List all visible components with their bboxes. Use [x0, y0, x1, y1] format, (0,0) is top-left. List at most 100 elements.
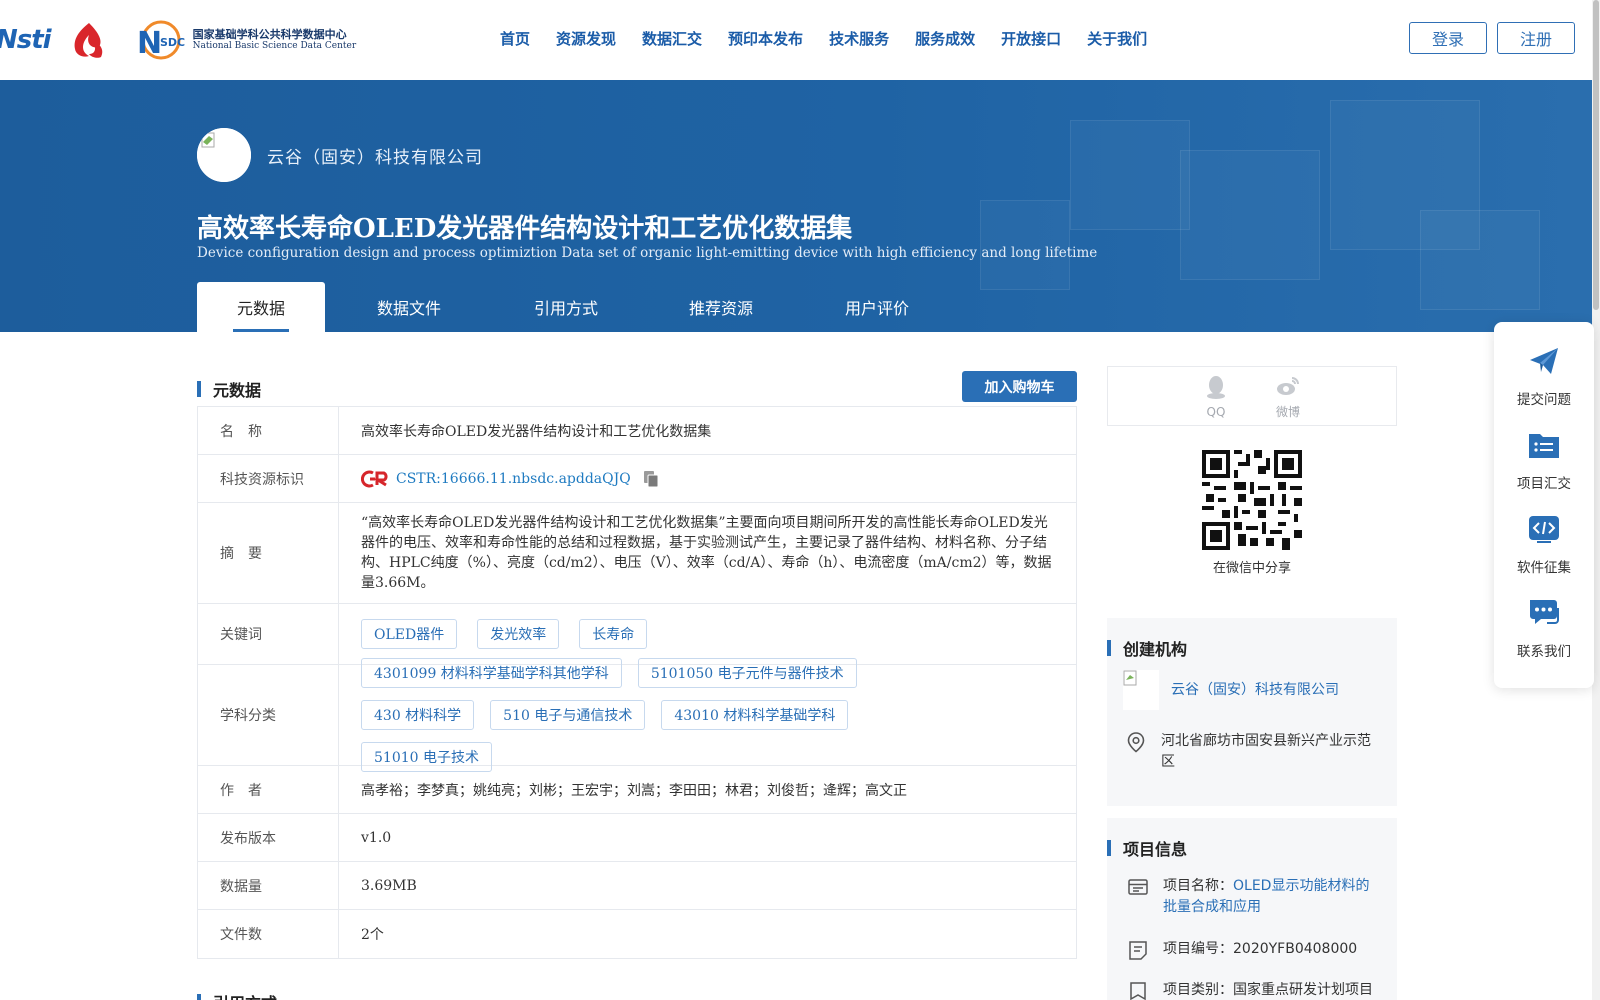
nsdc-name-en: National Basic Science Data Center: [192, 41, 357, 52]
bookmark-icon: [1130, 982, 1146, 1000]
metadata-table: 名 称 高效率长寿命OLED发光器件结构设计和工艺优化数据集 科技资源标识 CS…: [197, 406, 1077, 959]
project-card-icon: [1128, 879, 1148, 895]
section-accent-bar: [1107, 640, 1111, 656]
chat-bubble-icon: [1530, 600, 1559, 624]
project-name-text: 项目名称：OLED显示功能材料的批量合成和应用: [1163, 876, 1383, 918]
row-label-authors: 作 者: [198, 766, 339, 813]
nav-tech-service[interactable]: 技术服务: [829, 28, 889, 49]
nav-open-api[interactable]: 开放接口: [1001, 28, 1061, 49]
table-row: 科技资源标识 CSTR:16666.11.nbsdc.apddaQJQ: [198, 455, 1076, 503]
row-value-version: v1.0: [361, 829, 392, 846]
share-weibo-label: 微博: [1275, 405, 1300, 419]
creator-address: 河北省廊坊市固安县新兴产业示范区: [1125, 731, 1385, 773]
row-value-files: 2个: [361, 927, 384, 943]
project-name: 项目名称：OLED显示功能材料的批量合成和应用: [1127, 876, 1387, 918]
project-code-value: 2020YFB0408000: [1233, 941, 1358, 957]
banner-org-name[interactable]: 云谷（固安）科技有限公司: [267, 143, 483, 168]
nav-resource-discovery[interactable]: 资源发现: [556, 28, 616, 49]
subject-tag[interactable]: 510 电子与通信技术: [490, 700, 646, 730]
metadata-section-header: 元数据: [197, 377, 261, 401]
banner-org: 云谷（固安）科技有限公司: [197, 128, 483, 182]
project-code-text: 项目编号：2020YFB0408000: [1163, 939, 1357, 960]
nsdc-name-cn: 国家基础学科公共科学数据中心: [192, 27, 347, 41]
project-card-header: 项目信息: [1107, 836, 1187, 860]
weibo-icon: [1277, 377, 1299, 395]
nav-data-submission[interactable]: 数据汇交: [642, 28, 702, 49]
wechat-qr-code: [1202, 450, 1302, 550]
citation-section-header: 引用方式: [197, 990, 277, 1000]
subject-tag[interactable]: 430 材料科学: [361, 700, 475, 730]
software-collection-button[interactable]: 软件征集: [1494, 512, 1594, 576]
creator-card-title: 创建机构: [1123, 640, 1188, 659]
dataset-title: 高效率长寿命OLED发光器件结构设计和工艺优化数据集: [197, 214, 853, 244]
project-type-value: 国家重点研发计划项目: [1233, 982, 1373, 998]
login-button[interactable]: 登录: [1409, 22, 1487, 54]
nav-service-results[interactable]: 服务成效: [915, 28, 975, 49]
register-button[interactable]: 注册: [1497, 22, 1575, 54]
tab-recommended[interactable]: 推荐资源: [639, 282, 803, 332]
share-weibo[interactable]: 微博: [1268, 375, 1308, 420]
nav-preprint[interactable]: 预印本发布: [728, 28, 803, 49]
subject-tag[interactable]: 43010 材料科学基础学科: [661, 700, 849, 730]
project-submission-label: 项目汇交: [1517, 476, 1571, 492]
nav-about[interactable]: 关于我们: [1087, 28, 1147, 49]
citation-section-title: 引用方式: [213, 990, 277, 1000]
project-submission-button[interactable]: 项目汇交: [1494, 428, 1594, 492]
logo-group[interactable]: Nsti N SDC 国家基础学科公共科学数据中心 National Basic…: [0, 18, 356, 62]
row-value-authors: 高孝裕；李梦真；姚纯亮；刘彬；王宏宇；刘嵩；李田田；林君；刘俊哲；逄辉；高文正: [361, 782, 907, 799]
banner-decoration: [1420, 210, 1540, 310]
dataset-banner: 云谷（固安）科技有限公司 高效率长寿命OLED发光器件结构设计和工艺优化数据集 …: [0, 80, 1592, 332]
table-row: 文件数 2个: [198, 910, 1076, 958]
tab-citation[interactable]: 引用方式: [493, 282, 639, 332]
floating-tool-panel: 提交问题 项目汇交 软件征集 联系我们: [1494, 322, 1594, 688]
add-to-cart-button[interactable]: 加入购物车: [962, 371, 1077, 402]
svg-text:N: N: [137, 26, 162, 60]
project-type-label: 项目类别：: [1163, 982, 1233, 998]
row-label-cstr: 科技资源标识: [198, 455, 339, 502]
creator-org-link[interactable]: 云谷（固安）科技有限公司: [1171, 680, 1339, 701]
creator-card-header: 创建机构: [1107, 636, 1187, 660]
banner-decoration: [1070, 120, 1190, 230]
qq-icon: [1207, 376, 1225, 399]
subject-tag[interactable]: 4301099 材料科学基础学科其他学科: [361, 658, 622, 688]
tab-metadata[interactable]: 元数据: [197, 282, 325, 332]
creator-org: 云谷（固安）科技有限公司: [1123, 670, 1339, 710]
nsdc-logo[interactable]: N SDC 国家基础学科公共科学数据中心 National Basic Scie…: [133, 20, 357, 60]
table-row: 名 称 高效率长寿命OLED发光器件结构设计和工艺优化数据集: [198, 407, 1076, 455]
red-flame-logo[interactable]: [69, 21, 109, 59]
dataset-tabs: 元数据 数据文件 引用方式 推荐资源 用户评价: [197, 282, 951, 332]
table-row: 学科分类 4301099 材料科学基础学科其他学科 5101050 电子元件与器…: [198, 658, 1076, 772]
subject-tag[interactable]: 5101050 电子元件与器件技术: [637, 658, 857, 688]
copy-icon[interactable]: [643, 470, 659, 488]
nstl-logo[interactable]: Nsti: [0, 25, 52, 55]
cstr-link[interactable]: CSTR:16666.11.nbsdc.apddaQJQ: [396, 471, 631, 487]
cstr-logo-icon: [361, 470, 388, 487]
metadata-section-title: 元数据: [213, 381, 262, 400]
submit-question-button[interactable]: 提交问题: [1494, 344, 1594, 408]
row-value-size: 3.69MB: [361, 877, 417, 894]
broken-image-icon: [197, 128, 251, 182]
tab-data-files[interactable]: 数据文件: [325, 282, 493, 332]
project-card-title: 项目信息: [1123, 840, 1188, 859]
share-qq[interactable]: QQ: [1196, 375, 1236, 419]
row-value-name: 高效率长寿命OLED发光器件结构设计和工艺优化数据集: [361, 423, 712, 440]
top-navbar: Nsti N SDC 国家基础学科公共科学数据中心 National Basic…: [0, 0, 1600, 80]
row-label-subjects: 学科分类: [198, 665, 339, 765]
table-row: 数据量 3.69MB: [198, 862, 1076, 910]
location-pin-icon: [1127, 732, 1145, 753]
scrollbar-thumb[interactable]: [1593, 0, 1599, 310]
project-type-text: 项目类别：国家重点研发计划项目: [1163, 980, 1373, 1000]
contact-us-button[interactable]: 联系我们: [1494, 596, 1594, 660]
project-name-label: 项目名称：: [1163, 878, 1233, 894]
nav-home[interactable]: 首页: [500, 28, 530, 49]
table-row: 摘 要 “高效率长寿命OLED发光器件结构设计和工艺优化数据集”主要面向项目期间…: [198, 503, 1076, 604]
folder-list-icon: [1529, 434, 1559, 458]
auth-buttons: 登录 注册: [1409, 22, 1575, 54]
software-collection-label: 软件征集: [1517, 560, 1571, 576]
main-nav: 首页 资源发现 数据汇交 预印本发布 技术服务 服务成效 开放接口 关于我们: [500, 28, 1173, 49]
document-icon: [1129, 941, 1147, 960]
share-qq-label: QQ: [1206, 405, 1226, 419]
tab-user-reviews[interactable]: 用户评价: [803, 282, 951, 332]
project-code-label: 项目编号：: [1163, 941, 1233, 957]
section-accent-bar: [1107, 840, 1111, 856]
